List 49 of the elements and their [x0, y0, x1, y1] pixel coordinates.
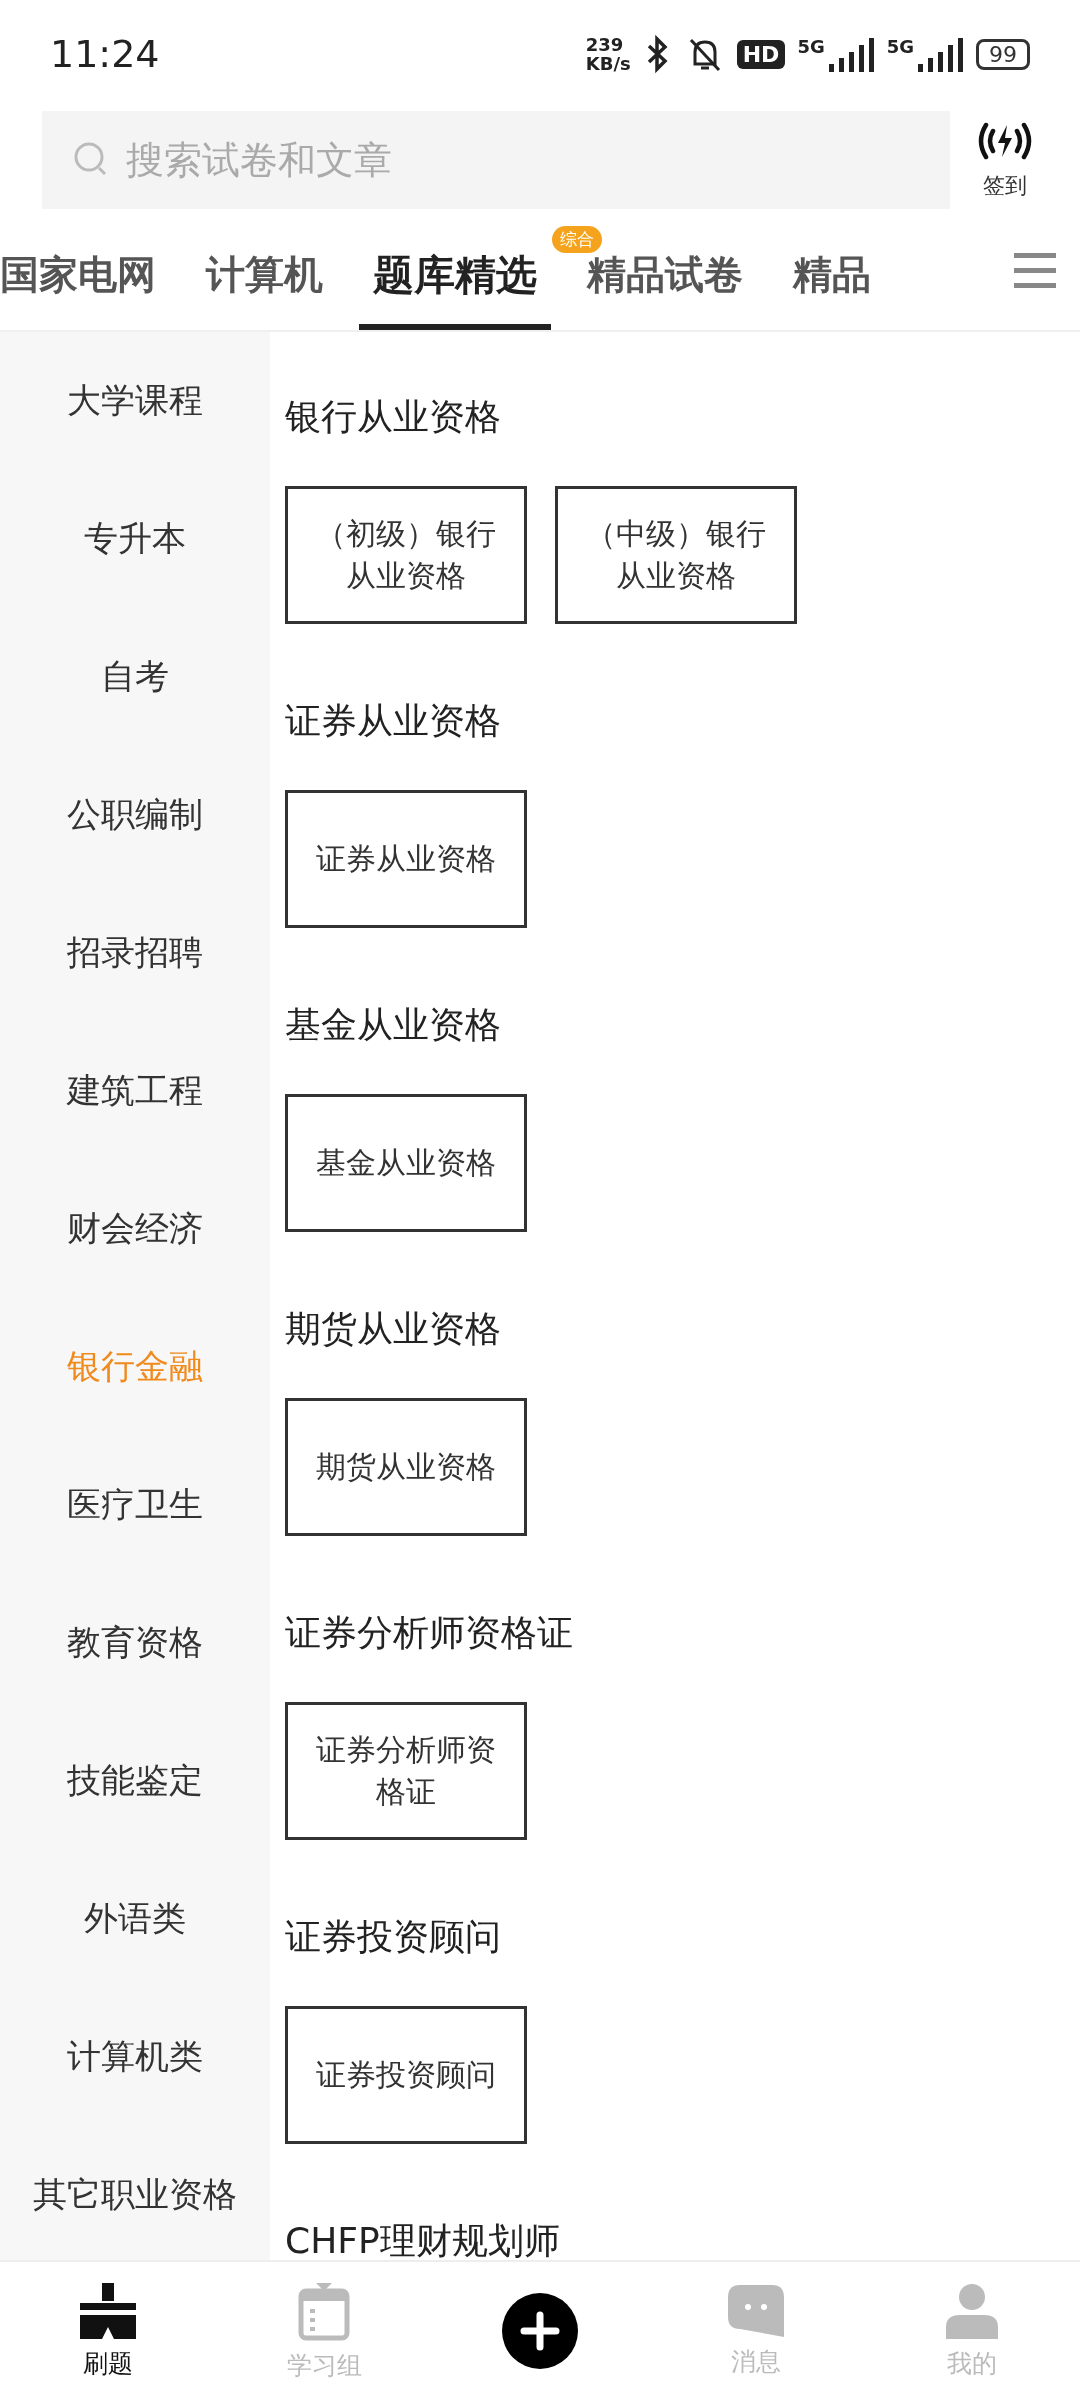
sidebar-item[interactable]: 专升本	[0, 470, 270, 608]
exam-card[interactable]: 期货从业资格	[285, 1398, 527, 1536]
sidebar-item[interactable]: 大学课程	[0, 332, 270, 470]
sidebar-item[interactable]: 公职编制	[0, 746, 270, 884]
add-button[interactable]	[502, 2293, 578, 2369]
sidebar-item[interactable]: 技能鉴定	[0, 1712, 270, 1850]
section-title: 证券分析师资格证	[285, 1611, 574, 1655]
sidebar-item[interactable]: 招录招聘	[0, 884, 270, 1022]
exam-card[interactable]: （初级）银行从业资格	[285, 486, 527, 624]
sidebar-item[interactable]: 建筑工程	[0, 1022, 270, 1160]
battery-indicator: 99	[976, 38, 1030, 70]
nav-item[interactable]: 刷题	[0, 2282, 216, 2380]
section-title: 证券投资顾问	[285, 1915, 502, 1959]
section-title: 银行从业资格	[285, 395, 502, 439]
network-type: 5G	[886, 36, 914, 57]
network-speed: 239 KB/s	[585, 35, 631, 73]
tag-badge: 综合	[552, 226, 602, 253]
menu-icon[interactable]	[1014, 251, 1056, 291]
category-tab[interactable]: 计算机	[206, 212, 323, 330]
status-time: 11:24	[50, 32, 160, 76]
brush-icon	[78, 2282, 138, 2339]
category-tab[interactable]: 题库精选	[359, 212, 551, 330]
sidebar-item[interactable]: 医疗卫生	[0, 1436, 270, 1574]
signal-icon	[916, 36, 964, 72]
calendar-icon	[298, 2280, 350, 2341]
exam-card[interactable]: 基金从业资格	[285, 1094, 527, 1232]
section-title: 证券从业资格	[285, 699, 502, 743]
checkin-button[interactable]: 签到	[950, 119, 1060, 201]
chat-icon	[728, 2284, 784, 2337]
sidebar-item[interactable]: 财会经济	[0, 1160, 270, 1298]
network-type: 5G	[797, 36, 825, 57]
exam-card[interactable]: 证券投资顾问	[285, 2006, 527, 2144]
section-title: 基金从业资格	[285, 1003, 502, 1047]
sidebar-item[interactable]: 计算机类	[0, 1988, 270, 2126]
sidebar-item[interactable]: 其它职业资格	[0, 2126, 270, 2260]
exam-card[interactable]: （中级）银行从业资格	[555, 486, 797, 624]
section-title: CHFP理财规划师	[285, 2219, 561, 2260]
section-title: 期货从业资格	[285, 1307, 502, 1351]
sidebar-item[interactable]: 自考	[0, 608, 270, 746]
sidebar-item[interactable]: 外语类	[0, 1850, 270, 1988]
search-field[interactable]: 搜索试卷和文章	[42, 111, 950, 209]
signal-icon	[826, 36, 875, 72]
exam-card[interactable]: 证券从业资格	[285, 790, 527, 928]
category-tab[interactable]: 国家电网	[0, 212, 156, 330]
category-tab[interactable]: 精品	[793, 212, 871, 330]
hd-voice-badge: HD	[736, 39, 786, 69]
exam-card[interactable]: 证券分析师资格证	[285, 1702, 527, 1840]
person-icon	[946, 2282, 998, 2339]
sidebar-item[interactable]: 教育资格	[0, 1574, 270, 1712]
